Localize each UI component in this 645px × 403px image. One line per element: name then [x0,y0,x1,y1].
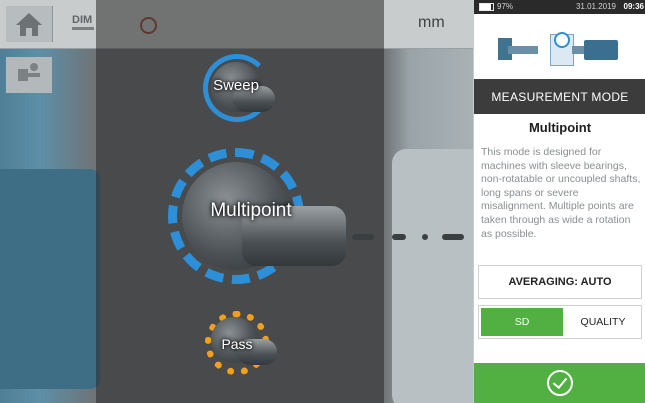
right-machine-icon [584,40,618,60]
sweep-mode-label: Sweep [213,76,259,94]
checkmark-icon [547,370,573,396]
mode-description: This mode is designed for machines with … [481,146,641,240]
dimensions-label[interactable]: DIM [72,14,92,26]
alignment-line [422,234,428,240]
alignment-line [352,234,374,240]
multipoint-mode-button[interactable]: Multipoint [156,142,346,284]
alignment-line [392,234,406,240]
battery-level: 97% [497,2,514,11]
unit-label[interactable]: mm [418,14,445,32]
averaging-button[interactable]: AVERAGING: AUTO [478,265,642,299]
machine-train-diagram [474,14,645,74]
alignment-line [442,234,464,240]
quality-toggle-button[interactable]: QUALITY [567,308,639,336]
multipoint-mode-label: Multipoint [210,200,292,221]
battery-icon [479,3,494,11]
sweep-mode-button[interactable]: Sweep [197,50,275,124]
confirm-button[interactable] [474,363,645,403]
main-workspace: DIM mm Sweep Multipoint Pass [0,0,473,403]
status-time: 09:36 [623,2,644,11]
home-icon [16,13,42,36]
sd-quality-toggle: SD QUALITY [478,305,642,339]
dimensions-underline [72,27,94,30]
right-machine-image [392,149,473,403]
shaft-icon [508,46,538,54]
sd-toggle-button[interactable]: SD [481,308,563,336]
home-button[interactable] [6,6,53,42]
pass-mode-button[interactable]: Pass [197,305,277,379]
status-bar: 97% 31.01.2019 09:36 [474,0,645,14]
status-date: 31.01.2019 [575,2,616,11]
coupling-gear-icon [554,32,570,48]
left-machine-image [0,169,100,389]
machine-setup-button[interactable] [6,57,52,93]
machine-icon [18,63,40,81]
selected-mode-title: Multipoint [528,120,592,135]
panel-header: MEASUREMENT MODE [474,79,645,114]
pass-mode-label: Pass [221,336,253,352]
measurement-mode-panel: 97% 31.01.2019 09:36 MEASUREMENT MODE Mu… [473,0,645,403]
